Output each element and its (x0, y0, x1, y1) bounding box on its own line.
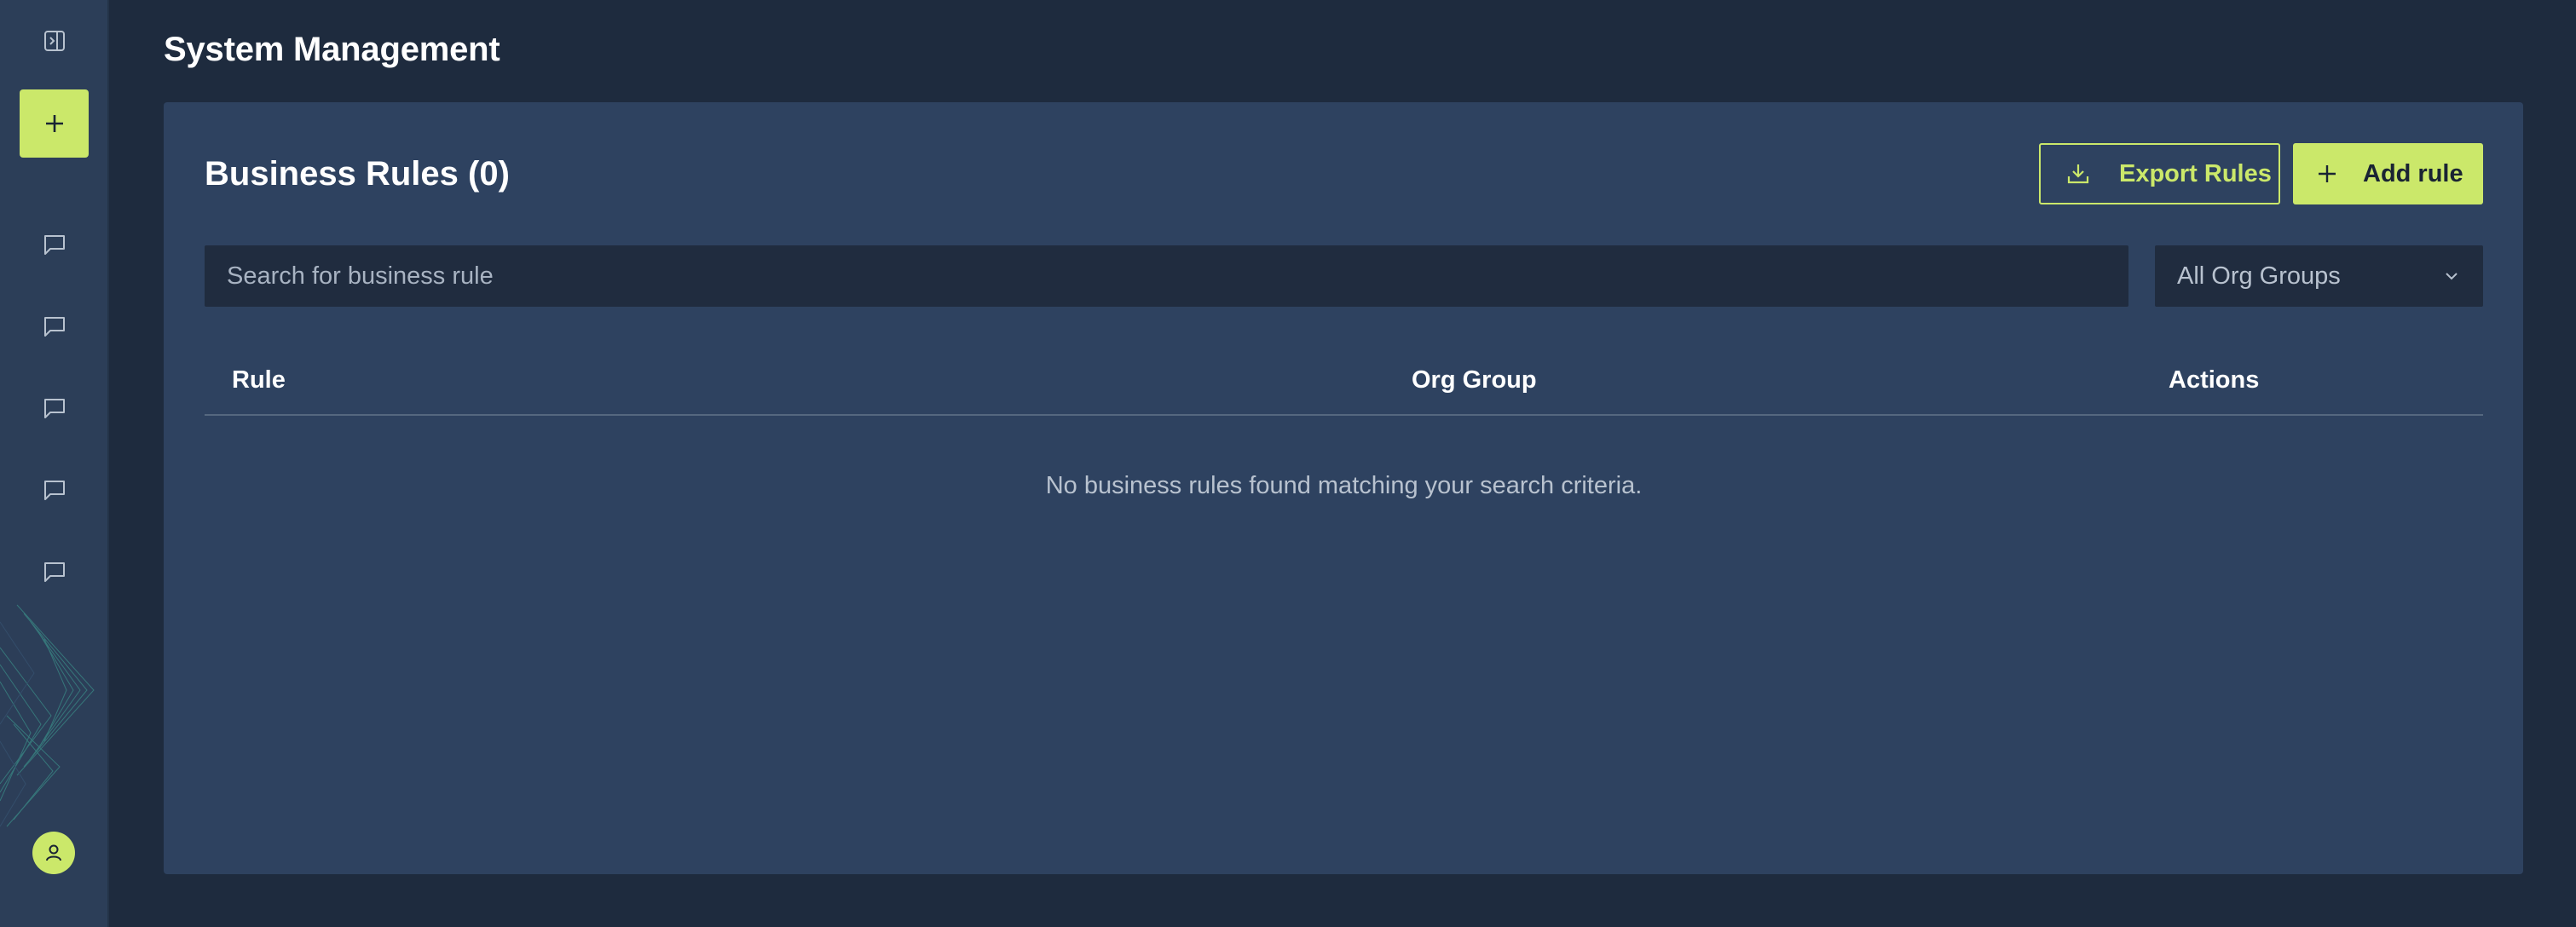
app-root: System Management Business Rules (0) Exp… (0, 0, 2576, 927)
org-group-select-value: All Org Groups (2177, 262, 2341, 290)
chat-bubble-icon (44, 481, 65, 500)
org-group-select[interactable]: All Org Groups (2155, 245, 2483, 307)
chat-bubble-icon (44, 235, 65, 255)
chat-bubble-icon (44, 317, 65, 337)
chat-bubble-icon (44, 399, 65, 418)
sidebar-chat-item[interactable] (0, 389, 107, 427)
chevron-down-icon (2446, 273, 2458, 280)
add-rule-label: Add rule (2363, 159, 2463, 187)
download-icon (2067, 164, 2089, 184)
sidebar-chat-item[interactable] (0, 553, 107, 590)
decorative-hex-pattern (0, 604, 95, 827)
empty-state-message: No business rules found matching your se… (1045, 472, 1643, 499)
column-header-org-group[interactable]: Org Group (1412, 366, 1537, 394)
chat-bubble-icon (44, 562, 65, 582)
user-icon (46, 844, 61, 861)
panel-expand-icon (44, 31, 65, 51)
sidebar-toggle-button[interactable] (0, 24, 107, 58)
column-header-rule[interactable]: Rule (232, 366, 286, 394)
plus-icon (2319, 165, 2336, 182)
export-rules-label: Export Rules (2119, 159, 2272, 187)
add-rule-button[interactable]: Add rule (2293, 143, 2483, 204)
sidebar-chat-item[interactable] (0, 471, 107, 509)
sidebar-chat-item[interactable] (0, 226, 107, 263)
page-title: System Management (164, 31, 500, 68)
sidebar-chat-item[interactable] (0, 308, 107, 345)
sidebar (0, 0, 109, 927)
search-input[interactable] (205, 245, 2128, 307)
export-rules-button[interactable]: Export Rules (2039, 143, 2280, 204)
new-chat-button[interactable] (20, 89, 89, 158)
user-avatar[interactable] (32, 832, 75, 874)
plus-icon (45, 115, 63, 132)
business-rules-card: Business Rules (0) Export Rules Add rule… (164, 102, 2523, 874)
table-header: Rule Org Group Actions (205, 348, 2483, 416)
card-title: Business Rules (0) (205, 155, 510, 193)
column-header-actions: Actions (2169, 366, 2260, 394)
